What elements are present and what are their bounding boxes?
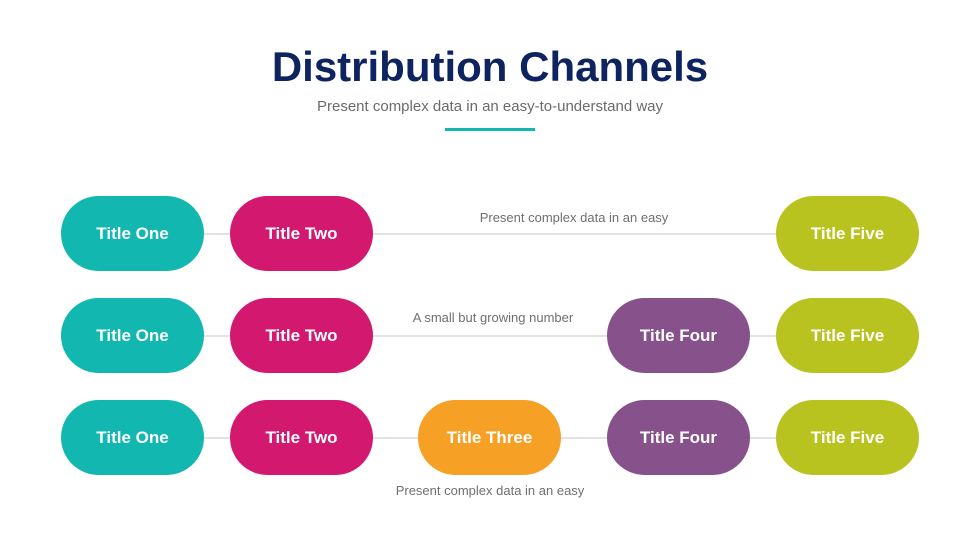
pill-title-four: Title Four [607,298,750,373]
pill-label: Title One [96,427,169,447]
pill-label: Title Two [265,223,338,243]
pill-label: Title Four [639,427,718,447]
title-divider [445,128,535,131]
pill-title-two: Title Two [230,400,373,475]
pill-label: Title Two [265,325,338,345]
pill-title-two: Title Two [230,196,373,271]
pill-label: Title One [96,325,169,345]
page-subtitle: Present complex data in an easy-to-under… [316,98,664,115]
pill-title-five: Title Five [776,196,919,271]
pill-label: Title Five [810,427,885,447]
pill-label: Title Three [446,427,533,447]
pill-title-one: Title One [61,298,204,373]
pill-label: Title Four [639,325,718,345]
pill-label: Title Five [810,325,885,345]
pill-title-one: Title One [61,196,204,271]
pill-title-five: Title Five [776,400,919,475]
pill-title-one: Title One [61,400,204,475]
pill-title-three: Title Three [418,400,561,475]
row-note: Present complex data in an easy [395,483,585,498]
page-title: Distribution Channels [271,43,709,90]
pill-label: Title One [96,223,169,243]
pill-title-four: Title Four [607,400,750,475]
row-note: Present complex data in an easy [479,210,669,225]
row-note: A small but growing number [412,310,574,325]
pill-title-five: Title Five [776,298,919,373]
pill-label: Title Two [265,427,338,447]
pill-label: Title Five [810,223,885,243]
pill-title-two: Title Two [230,298,373,373]
